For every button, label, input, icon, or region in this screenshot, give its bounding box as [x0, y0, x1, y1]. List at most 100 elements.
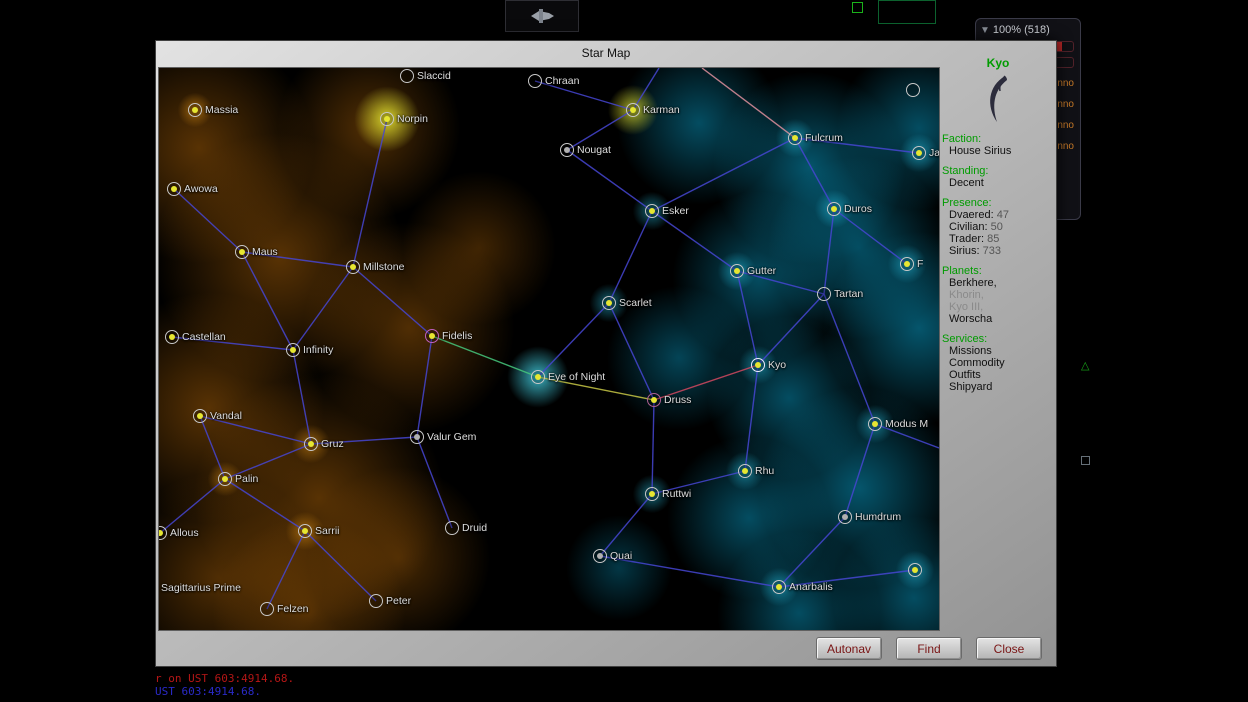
- system-infinity[interactable]: [286, 343, 300, 357]
- system-peter[interactable]: [369, 594, 383, 608]
- system-esker[interactable]: [645, 204, 659, 218]
- service-line: Missions: [949, 345, 1054, 357]
- faction-sigil-icon: [980, 73, 1016, 125]
- system-quai[interactable]: [593, 549, 607, 563]
- system-massia[interactable]: [188, 103, 202, 117]
- system-dot: [916, 150, 922, 156]
- system-felzen[interactable]: [260, 602, 274, 616]
- standing-label: Standing:: [942, 165, 1054, 177]
- system-jack[interactable]: [912, 146, 926, 160]
- system-duros[interactable]: [827, 202, 841, 216]
- system-druss[interactable]: [647, 393, 661, 407]
- system-dot: [776, 584, 782, 590]
- hud-percent-text: 100% (518): [993, 24, 1050, 36]
- system-dot: [606, 300, 612, 306]
- planets-list: Berkhere,Khorin,Kyo III,Worscha: [942, 277, 1054, 325]
- system-label: Karman: [643, 104, 680, 116]
- planet-line: Khorin,: [949, 289, 1054, 301]
- system-castellan[interactable]: [165, 330, 179, 344]
- system-info-panel: Kyo Faction: House Sirius Standing: Dece…: [942, 55, 1054, 655]
- system-label: Maus: [252, 246, 278, 258]
- system-eyeofnight[interactable]: [531, 370, 545, 384]
- system-tartan[interactable]: [817, 287, 831, 301]
- system-dot: [535, 374, 541, 380]
- planet-line: Berkhere,: [949, 277, 1054, 289]
- system-nougat[interactable]: [560, 143, 574, 157]
- system-edge_ne[interactable]: [906, 83, 920, 97]
- system-kyo[interactable]: [751, 358, 765, 372]
- system-label: Quai: [610, 550, 632, 562]
- find-button[interactable]: Find: [896, 637, 962, 660]
- service-line: Commodity: [949, 357, 1054, 369]
- system-druid[interactable]: [445, 521, 459, 535]
- system-label: Massia: [205, 104, 238, 116]
- planet-line: Kyo III,: [949, 301, 1054, 313]
- system-dot: [192, 107, 198, 113]
- system-awowa[interactable]: [167, 182, 181, 196]
- system-label: Jack: [929, 147, 940, 159]
- system-anarbalis[interactable]: [772, 580, 786, 594]
- planets-label: Planets:: [942, 265, 1054, 277]
- system-dot: [350, 264, 356, 270]
- system-dot: [302, 528, 308, 534]
- weapon-label: nno: [1057, 121, 1074, 131]
- system-modus[interactable]: [868, 417, 882, 431]
- system-label: Sagittarius Prime: [161, 582, 241, 594]
- system-label: Druid: [462, 522, 487, 534]
- system-gutter[interactable]: [730, 264, 744, 278]
- system-dot: [169, 334, 175, 340]
- system-fulcrum[interactable]: [788, 131, 802, 145]
- system-humdrum[interactable]: [838, 510, 852, 524]
- system-layer: SlaccidChraanMassiaNorpinKarmanFulcrumJa…: [159, 68, 939, 630]
- service-line: Shipyard: [949, 381, 1054, 393]
- close-button[interactable]: Close: [976, 637, 1042, 660]
- system-sarrii[interactable]: [298, 524, 312, 538]
- system-gruz[interactable]: [304, 437, 318, 451]
- system-scarlet[interactable]: [602, 296, 616, 310]
- system-label: Anarbalis: [789, 581, 833, 593]
- system-maus[interactable]: [235, 245, 249, 259]
- top-right-frame: [878, 0, 936, 24]
- system-dot: [597, 553, 603, 559]
- system-edge_se[interactable]: [908, 563, 922, 577]
- system-fidelis[interactable]: [425, 329, 439, 343]
- system-palin[interactable]: [218, 472, 232, 486]
- system-dot: [651, 397, 657, 403]
- system-label: Nougat: [577, 144, 611, 156]
- presence-line: Trader: 85: [949, 233, 1054, 245]
- system-allous[interactable]: [158, 526, 167, 540]
- system-norpin[interactable]: [380, 112, 394, 126]
- system-dot: [649, 208, 655, 214]
- system-ruttwi[interactable]: [645, 487, 659, 501]
- system-dot: [239, 249, 245, 255]
- target-ship-icon: [527, 7, 557, 25]
- system-rhu[interactable]: [738, 464, 752, 478]
- system-flok[interactable]: [900, 257, 914, 271]
- presence-line: Civilian: 50: [949, 221, 1054, 233]
- system-dot: [290, 347, 296, 353]
- services-list: MissionsCommodityOutfitsShipyard: [942, 345, 1054, 393]
- system-label: Norpin: [397, 113, 428, 125]
- system-label: Vandal: [210, 410, 242, 422]
- system-vandal[interactable]: [193, 409, 207, 423]
- system-dot: [904, 261, 910, 267]
- system-millstone[interactable]: [346, 260, 360, 274]
- system-dot: [649, 491, 655, 497]
- system-label: Ruttwi: [662, 488, 691, 500]
- system-label: Tartan: [834, 288, 863, 300]
- system-slaccid[interactable]: [400, 69, 414, 83]
- system-dot: [384, 116, 390, 122]
- autonav-button[interactable]: Autonav: [816, 637, 882, 660]
- system-chraan[interactable]: [528, 74, 542, 88]
- system-dot: [630, 107, 636, 113]
- system-valurgem[interactable]: [410, 430, 424, 444]
- log-line-1: r on UST 603:4914.68.: [155, 672, 294, 685]
- system-label: Gutter: [747, 265, 776, 277]
- zoom-triangle-icon[interactable]: ▼: [980, 25, 990, 36]
- star-map[interactable]: SlaccidChraanMassiaNorpinKarmanFulcrumJa…: [158, 67, 940, 631]
- system-dot: [734, 268, 740, 274]
- system-dot: [742, 468, 748, 474]
- system-karman[interactable]: [626, 103, 640, 117]
- selected-system-name: Kyo: [942, 57, 1054, 69]
- system-dot: [842, 514, 848, 520]
